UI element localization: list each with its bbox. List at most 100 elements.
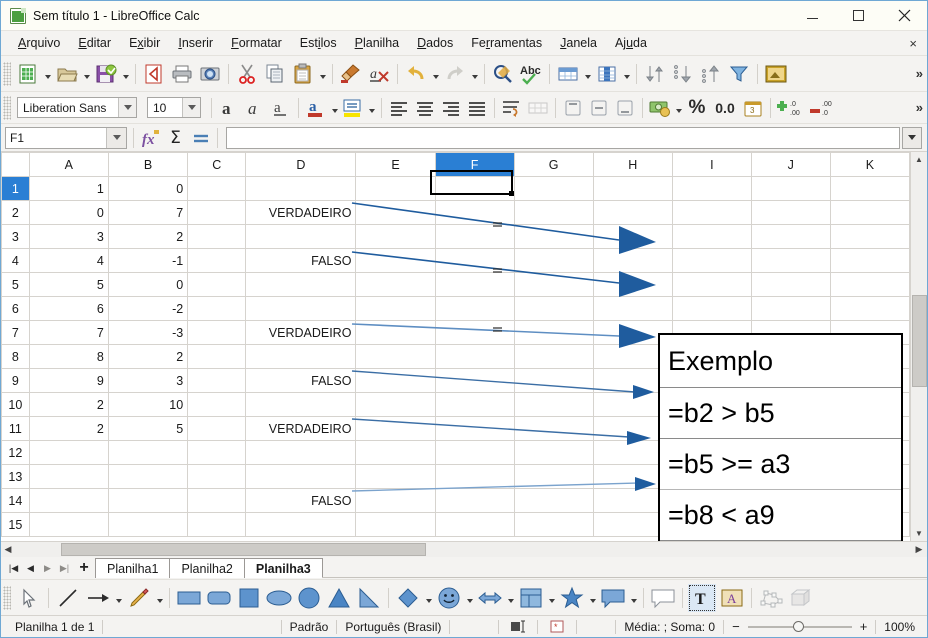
print-icon[interactable] [169,61,195,87]
cell-E11[interactable] [355,416,436,441]
menu-exibir[interactable]: Exibir [120,34,169,52]
cell-E10[interactable] [355,392,436,417]
cell-D7[interactable]: VERDADEIRO [245,320,357,345]
cell-C6[interactable] [187,296,247,321]
formula-examples-box[interactable]: Exemplo =b2 > b5 =b5 >= a3 =b8 < a9 =b11… [658,333,903,541]
zoom-slider[interactable] [740,620,860,634]
sheet-tab-planilha3[interactable]: Planilha3 [243,558,323,578]
statistics-field[interactable]: Média: ; Soma: 0 [624,620,715,634]
cell-A12[interactable] [28,440,109,465]
cell-B15[interactable] [107,512,189,537]
undo-dropdown[interactable] [430,62,441,86]
cell-C11[interactable] [187,416,247,441]
cell-I3[interactable] [671,224,752,249]
cell-I5[interactable] [671,272,752,297]
cell-C2[interactable] [187,200,247,225]
cell-F14[interactable] [434,488,515,513]
cell-F7[interactable] [434,320,515,345]
column-header-c[interactable]: C [187,152,247,177]
align-middle-icon[interactable] [587,96,611,120]
function-wizard-icon[interactable]: fx [138,126,163,150]
cell-G10[interactable] [513,392,594,417]
column-icon[interactable] [594,61,620,87]
column-header-i[interactable]: I [671,152,752,177]
undo-icon[interactable] [403,61,429,87]
cell-D13[interactable] [245,464,357,489]
document-modified-icon[interactable]: * [546,620,568,633]
cell-F3[interactable] [434,224,515,249]
formatting-toolbar-overflow[interactable]: » [916,100,923,115]
sort-descending-icon[interactable] [698,61,724,87]
rectangle-icon[interactable] [175,584,203,612]
toolbar-grip-formatting[interactable] [3,95,11,120]
column-header-e[interactable]: E [355,152,436,177]
cell-K4[interactable] [829,248,910,273]
export-pdf-icon[interactable] [141,61,167,87]
cell-H4[interactable] [592,248,673,273]
column-header-h[interactable]: H [592,152,673,177]
row-header-2[interactable]: 2 [1,200,30,225]
symbol-shapes-icon[interactable] [435,584,463,612]
font-size-combo[interactable]: 10 [147,97,201,118]
cell-G15[interactable] [513,512,594,537]
spelling-icon[interactable]: Abc [518,61,544,87]
number-format-icon[interactable]: 0.0 [711,96,739,120]
cell-E7[interactable] [355,320,436,345]
cell-A10[interactable]: 2 [28,392,109,417]
cell-F9[interactable] [434,368,515,393]
cell-H6[interactable] [592,296,673,321]
cell-B11[interactable]: 5 [107,416,189,441]
redo-dropdown[interactable] [469,62,480,86]
select-icon[interactable] [15,584,43,612]
cell-A11[interactable]: 2 [28,416,109,441]
close-document-button[interactable]: × [909,36,917,51]
cell-G13[interactable] [513,464,594,489]
block-arrows-icon[interactable] [476,584,504,612]
cell-E6[interactable] [355,296,436,321]
basic-shapes-icon[interactable] [394,584,422,612]
symbol-shapes-dropdown[interactable] [464,586,475,610]
fontwork-icon[interactable]: A [718,584,746,612]
cell-G7[interactable] [513,320,594,345]
circle-icon[interactable] [295,584,323,612]
select-all-corner[interactable] [1,152,30,177]
cell-C7[interactable] [187,320,247,345]
standard-toolbar-overflow[interactable]: » [916,66,923,81]
scroll-left-button[interactable]: ◀ [1,544,15,555]
highlight-color-icon[interactable] [341,96,365,120]
align-justified-icon[interactable] [465,96,489,120]
cell-J2[interactable] [750,200,831,225]
new-document-icon[interactable] [15,61,41,87]
cell-C12[interactable] [187,440,247,465]
stars-dropdown[interactable] [587,586,598,610]
cell-C13[interactable] [187,464,247,489]
cell-D14[interactable]: FALSO [245,488,357,513]
horizontal-scroll-track[interactable] [15,543,909,556]
points-icon[interactable] [757,584,785,612]
column-header-d[interactable]: D [245,152,357,177]
cell-K6[interactable] [829,296,910,321]
align-left-icon[interactable] [387,96,411,120]
cell-E4[interactable] [355,248,436,273]
cell-A15[interactable] [28,512,109,537]
basic-shapes-dropdown[interactable] [423,586,434,610]
font-name-combo[interactable]: Liberation Sans [17,97,137,118]
merge-cells-icon[interactable] [526,96,550,120]
cell-G2[interactable] [513,200,594,225]
cell-B6[interactable]: -2 [107,296,189,321]
cell-A1[interactable]: 1 [28,176,109,201]
row-header-11[interactable]: 11 [1,416,30,441]
cell-B4[interactable]: -1 [107,248,189,273]
cell-J1[interactable] [750,176,831,201]
language-status[interactable]: Português (Brasil) [345,620,441,634]
font-size-dropdown[interactable] [182,98,200,117]
row-header-13[interactable]: 13 [1,464,30,489]
cell-C3[interactable] [187,224,247,249]
cut-icon[interactable] [234,61,260,87]
extrusion-icon[interactable] [787,584,815,612]
scroll-right-button[interactable]: ▶ [911,544,927,555]
callouts-legacy-icon[interactable] [649,584,677,612]
cell-D6[interactable] [245,296,357,321]
maximize-button[interactable] [835,1,881,31]
cell-A13[interactable] [28,464,109,489]
